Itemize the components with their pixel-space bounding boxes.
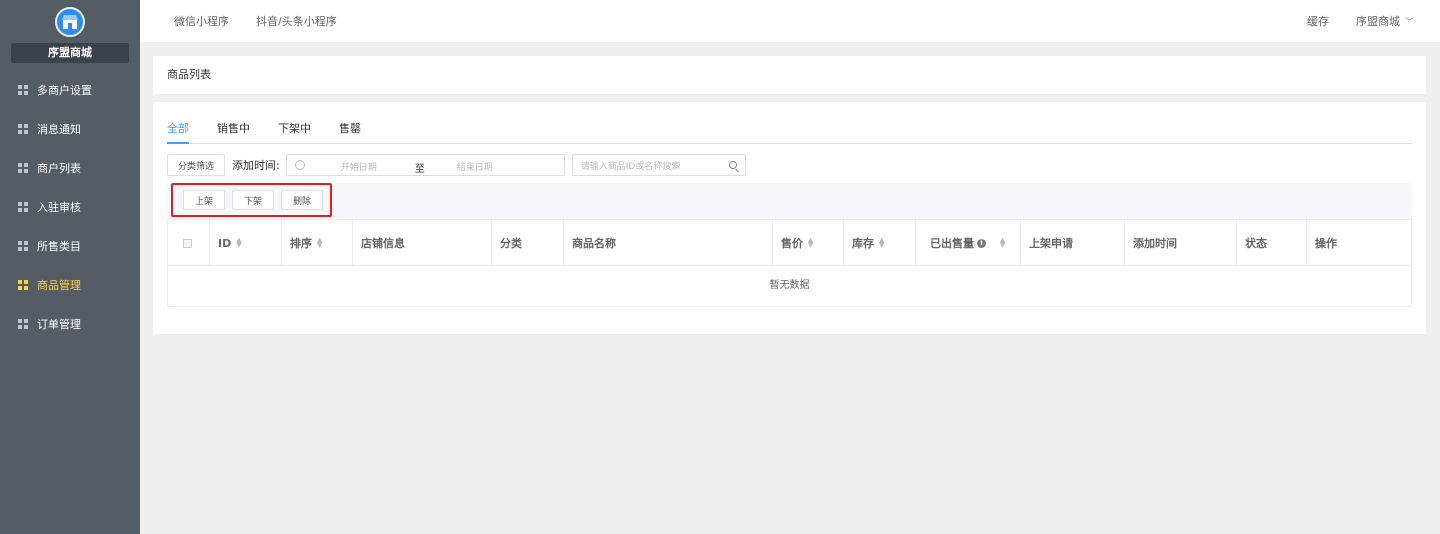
column-status: 状态 (1237, 220, 1307, 266)
filter-row: 分类筛选 添加时间: 开始日期 至 结束日期 请输入商品ID或名称搜索 (167, 154, 746, 176)
sort-icon[interactable]: ▲ ▼ (317, 237, 322, 249)
status-tabs: 全部 销售中 下架中 售罄 (167, 122, 1412, 144)
sidebar-item-order-management[interactable]: 订单管理 (0, 304, 140, 343)
info-icon[interactable]: i (977, 238, 986, 248)
sidebar-item-label: 所售类目 (37, 239, 81, 253)
end-date-placeholder: 结束日期 (456, 163, 493, 173)
product-list-card: 全部 销售中 下架中 售罄 分类筛选 添加时间: 开始日期 至 结束日期 请输入… (153, 102, 1426, 334)
search-icon[interactable] (728, 161, 737, 169)
delete-button[interactable]: 删除 (281, 190, 323, 210)
column-label: 商品名称 (572, 237, 616, 250)
column-label: 上架申请 (1029, 237, 1073, 250)
column-label: 售价 (781, 237, 803, 250)
date-range-picker[interactable]: 开始日期 至 结束日期 (285, 154, 565, 176)
grid-icon (18, 279, 28, 290)
sort-icon[interactable]: ▲ ▼ (808, 237, 813, 249)
sidebar-item-label: 商品管理 (37, 278, 81, 292)
sort-icon[interactable]: ▲ ▼ (1000, 237, 1005, 249)
sidebar-item-label: 多商户设置 (37, 83, 92, 97)
topbar-right: 缓存 序盟商城 ﹀ (1307, 0, 1414, 42)
column-product-name: 商品名称 (564, 220, 773, 266)
sidebar-item-label: 入驻审核 (37, 200, 81, 214)
sidebar-item-notifications[interactable]: 消息通知 (0, 109, 140, 148)
tab-all[interactable]: 全部 (167, 122, 189, 144)
search-input[interactable]: 请输入商品ID或名称搜索 (571, 154, 746, 176)
sort-icon[interactable]: ▲ ▼ (236, 237, 241, 249)
user-menu[interactable]: 序盟商城 ﹀ (1356, 13, 1414, 29)
tab-wechat-miniprogram[interactable]: 微信小程序 (174, 13, 229, 29)
product-table: ID ▲▼ 排序 ▲▼ 店铺信息 分类 商品名称 售价 ▲▼ 库存 ▲▼ (167, 219, 1412, 307)
select-all-checkbox[interactable] (183, 238, 192, 248)
clock-icon (294, 160, 305, 170)
sidebar-item-onboarding-review[interactable]: 入驻审核 (0, 187, 140, 226)
tab-sold-out[interactable]: 售罄 (339, 122, 361, 144)
column-label: 状态 (1245, 237, 1267, 250)
sort-icon[interactable]: ▲ ▼ (879, 237, 884, 249)
sidebar-item-merchant-list[interactable]: 商户列表 (0, 148, 140, 187)
chevron-down-icon: ﹀ (1404, 17, 1414, 28)
column-sold[interactable]: 已出售量 i ▲ ▼ (916, 220, 1021, 266)
search-placeholder: 请输入商品ID或名称搜索 (580, 161, 681, 172)
column-label: 添加时间 (1133, 237, 1177, 250)
sidebar-item-product-management[interactable]: 商品管理 (0, 265, 140, 304)
column-added-time: 添加时间 (1125, 220, 1237, 266)
grid-icon (18, 240, 28, 251)
column-actions: 操作 (1307, 220, 1411, 266)
date-label: 添加时间: (232, 159, 280, 172)
column-label: 库存 (852, 237, 874, 250)
empty-state: 暂无数据 (769, 280, 810, 291)
sidebar-item-label: 消息通知 (37, 122, 81, 136)
column-label: 排序 (290, 237, 312, 250)
grid-icon (18, 201, 28, 212)
column-shop: 店铺信息 (353, 220, 492, 266)
column-stock[interactable]: 库存 ▲ ▼ (844, 220, 916, 266)
batch-actions-highlight: 上架 下架 删除 (171, 183, 332, 217)
column-category: 分类 (492, 220, 564, 266)
top-bar: 微信小程序 抖音/头条小程序 缓存 序盟商城 ﹀ (140, 0, 1440, 42)
sidebar: 序盟商城 多商户设置 消息通知 商户列表 入驻审核 所售类目 商品管理 订单管理 (0, 0, 140, 534)
column-sort[interactable]: 排序 ▲ ▼ (282, 220, 353, 266)
column-id[interactable]: ID ▲ ▼ (210, 220, 282, 266)
start-date-placeholder: 开始日期 (340, 163, 377, 173)
grid-icon (18, 84, 28, 95)
table-header: ID ▲▼ 排序 ▲▼ 店铺信息 分类 商品名称 售价 ▲▼ 库存 ▲▼ (168, 220, 1411, 266)
page-title: 商品列表 (153, 56, 1426, 94)
user-name: 序盟商城 (1355, 15, 1400, 28)
batch-action-bar: 上架 下架 删除 (167, 183, 1412, 219)
delist-button[interactable]: 下架 (232, 190, 274, 210)
column-listing-request: 上架申请 (1021, 220, 1125, 266)
brand-name: 序盟商城 (11, 43, 129, 63)
category-filter-button[interactable]: 分类筛选 (167, 154, 226, 176)
column-price[interactable]: 售价 ▲ ▼ (773, 220, 844, 266)
cache-button[interactable]: 缓存 (1307, 13, 1329, 29)
column-label: ID (218, 236, 232, 250)
tab-douyin-miniprogram[interactable]: 抖音/头条小程序 (256, 13, 337, 29)
tab-off-shelf[interactable]: 下架中 (278, 122, 311, 144)
sidebar-item-merchant-settings[interactable]: 多商户设置 (0, 70, 140, 109)
grid-icon (18, 318, 28, 329)
tab-on-sale[interactable]: 销售中 (217, 122, 250, 144)
date-separator: 至 (414, 164, 425, 175)
column-label: 已出售量 (930, 237, 974, 250)
column-label: 分类 (500, 237, 522, 250)
select-all-cell (168, 220, 210, 266)
column-label: 店铺信息 (361, 237, 405, 250)
grid-icon (18, 162, 28, 173)
sidebar-item-label: 订单管理 (37, 317, 81, 331)
sidebar-item-categories[interactable]: 所售类目 (0, 226, 140, 265)
store-logo-icon (55, 7, 85, 37)
sidebar-item-label: 商户列表 (37, 161, 81, 175)
brand-logo-area: 序盟商城 (0, 0, 140, 70)
list-button[interactable]: 上架 (183, 190, 225, 210)
column-label: 操作 (1315, 237, 1337, 250)
grid-icon (18, 123, 28, 134)
